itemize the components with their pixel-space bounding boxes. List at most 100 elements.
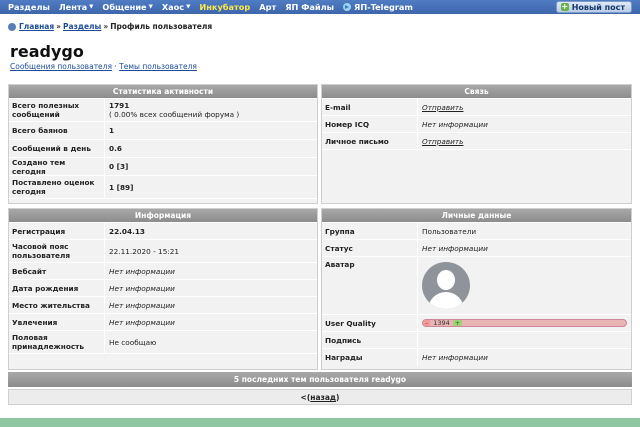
- breadcrumb-current: Профиль пользователя: [110, 22, 213, 31]
- info-label: Регистрация: [9, 223, 105, 239]
- contact-row: Личное письмо Отправить: [322, 133, 631, 150]
- info-row: Половая принадлежность Не сообщаю: [9, 331, 317, 354]
- nav-item-label: Общение: [102, 2, 147, 12]
- stats-label: Создано тем сегодня: [9, 158, 105, 176]
- pager-open: <(: [300, 393, 311, 402]
- awards-row: Награды Нет информации: [322, 349, 631, 366]
- personal-panel: Личные данные Группа Пользователи Статус…: [321, 208, 632, 370]
- personal-header: Личные данные: [322, 209, 631, 223]
- info-value: Нет информации: [109, 317, 175, 327]
- link-sep: ·: [114, 62, 117, 71]
- stats-value: 0 [3]: [109, 162, 129, 171]
- contact-row: Номер ICQ Нет информации: [322, 116, 631, 133]
- quality-value: 1394: [433, 319, 450, 327]
- nav-item-2[interactable]: Общение ▼: [102, 2, 152, 12]
- nav-item-6[interactable]: ЯП Файлы: [285, 2, 334, 12]
- breadcrumb-home[interactable]: Главная: [19, 22, 54, 31]
- chevron-down-icon: ▼: [148, 4, 153, 10]
- info-row: Вебсайт Нет информации: [9, 263, 317, 280]
- contact-label: Личное письмо: [322, 133, 418, 149]
- info-row: Регистрация 22.04.13: [9, 223, 317, 240]
- new-post-button[interactable]: + Новый пост: [555, 1, 632, 13]
- stats-value: 1 [89]: [109, 182, 134, 192]
- nav-item-7[interactable]: ЯП-Telegram: [343, 2, 413, 12]
- stats-label: Всего баянов: [9, 122, 105, 139]
- info-row: Место жительства Нет информации: [9, 297, 317, 314]
- info-value: 22.04.13: [109, 226, 146, 236]
- nav-item-1[interactable]: Лента ▼: [59, 2, 94, 12]
- stats-row: Создано тем сегодня 0 [3]: [9, 158, 317, 176]
- avatar-row: Аватар: [322, 257, 631, 315]
- quality-minus-button[interactable]: –: [423, 320, 431, 326]
- nav-item-4[interactable]: Инкубатор: [199, 2, 250, 12]
- quality-plus-button[interactable]: +: [452, 320, 463, 326]
- contact-label: Номер ICQ: [322, 116, 418, 132]
- group-row: Группа Пользователи: [322, 223, 631, 240]
- contact-label: E-mail: [322, 99, 418, 115]
- info-label: Увлечения: [9, 314, 105, 330]
- info-panel: Информация Регистрация 22.04.13 Часовой по…: [8, 208, 318, 370]
- contact-link[interactable]: Отправить: [422, 103, 627, 112]
- stats-row: Поставлено оценок сегодня 1 [89]: [9, 176, 317, 199]
- plus-icon: +: [560, 2, 569, 11]
- chevron-down-icon: ▼: [186, 4, 191, 10]
- info-row: Часовой пояс пользователя 22.11.2020 - 15…: [9, 240, 317, 263]
- nav-item-label: ЯП-Telegram: [354, 2, 413, 12]
- info-row: Дата рождения Нет информации: [9, 280, 317, 297]
- nav-item-0[interactable]: Разделы: [8, 2, 50, 12]
- nav-item-3[interactable]: Хаос ▼: [162, 2, 191, 12]
- nav-item-label: Арт: [259, 2, 277, 12]
- avatar[interactable]: [422, 262, 470, 309]
- stats-row: Всего полезных сообщений 1791( 0.00% всех…: [9, 99, 317, 122]
- info-label: Место жительства: [9, 297, 105, 313]
- breadcrumb: Главная » Разделы » Профиль пользователя: [8, 22, 212, 31]
- stats-value: 1791: [109, 101, 130, 110]
- footer-strip: [0, 418, 640, 427]
- breadcrumb-sections[interactable]: Разделы: [63, 22, 101, 31]
- awards-value: Нет информации: [422, 353, 488, 362]
- page-title: readygo: [10, 42, 84, 61]
- new-post-label: Новый пост: [571, 2, 625, 12]
- nav-item-5[interactable]: Арт: [259, 2, 276, 12]
- info-label: Вебсайт: [9, 263, 105, 279]
- group-value: Пользователи: [422, 226, 477, 236]
- last-topics-header: 5 последних тем пользователя readygo: [8, 372, 632, 387]
- info-value: 22.11.2020 - 15:21: [109, 246, 180, 256]
- info-label: Часовой пояс пользователя: [9, 240, 105, 262]
- info-label: Дата рождения: [9, 280, 105, 296]
- telegram-icon: [343, 3, 352, 11]
- quality-label: User Quality: [322, 315, 418, 331]
- status-value: Нет информации: [422, 243, 488, 253]
- stats-row: Сообщений в день 0.6: [9, 140, 317, 158]
- user-topics-link[interactable]: Темы пользователя: [119, 62, 197, 71]
- top-nav: Разделы Лента ▼ Общение ▼ Хаос ▼ Инкубатор Арт ЯП…: [0, 0, 640, 14]
- stats-label: Всего полезных сообщений: [9, 99, 105, 121]
- group-label: Группа: [322, 223, 418, 239]
- status-row: Статус Нет информации: [322, 240, 631, 257]
- signature-label: Подпись: [322, 332, 418, 348]
- stats-panel: Статистика активности Всего полезных соо…: [8, 84, 318, 204]
- user-quality-badge: – 1394 +: [422, 319, 627, 327]
- pager-back-link[interactable]: назад: [310, 393, 336, 402]
- info-value: Нет информации: [109, 266, 175, 276]
- nav-item-label: Лента: [58, 2, 88, 12]
- stats-value: 1: [109, 126, 115, 135]
- contact-link[interactable]: Отправить: [422, 137, 627, 146]
- contact-panel: Связь E-mail Отправить Номер ICQ Нет информ…: [321, 84, 632, 204]
- breadcrumb-sep: »: [103, 22, 109, 31]
- info-row: Увлечения Нет информации: [9, 314, 317, 331]
- user-messages-link[interactable]: Сообщения пользователя: [10, 62, 112, 71]
- quality-row: User Quality – 1394 +: [322, 315, 631, 332]
- pager-close: ): [336, 393, 340, 402]
- info-value: Не сообщаю: [109, 337, 157, 347]
- stats-value: 0.6: [109, 144, 122, 153]
- status-label: Статус: [322, 240, 418, 256]
- nav-item-label: Разделы: [8, 2, 50, 12]
- contact-row: E-mail Отправить: [322, 99, 631, 116]
- avatar-label: Аватар: [322, 257, 418, 314]
- signature-row: Подпись: [322, 332, 631, 349]
- stats-sub: ( 0.00% всех сообщений форума ): [109, 110, 240, 119]
- chevron-down-icon: ▼: [89, 4, 94, 10]
- contact-value: Нет информации: [422, 119, 488, 129]
- contact-header: Связь: [322, 85, 631, 99]
